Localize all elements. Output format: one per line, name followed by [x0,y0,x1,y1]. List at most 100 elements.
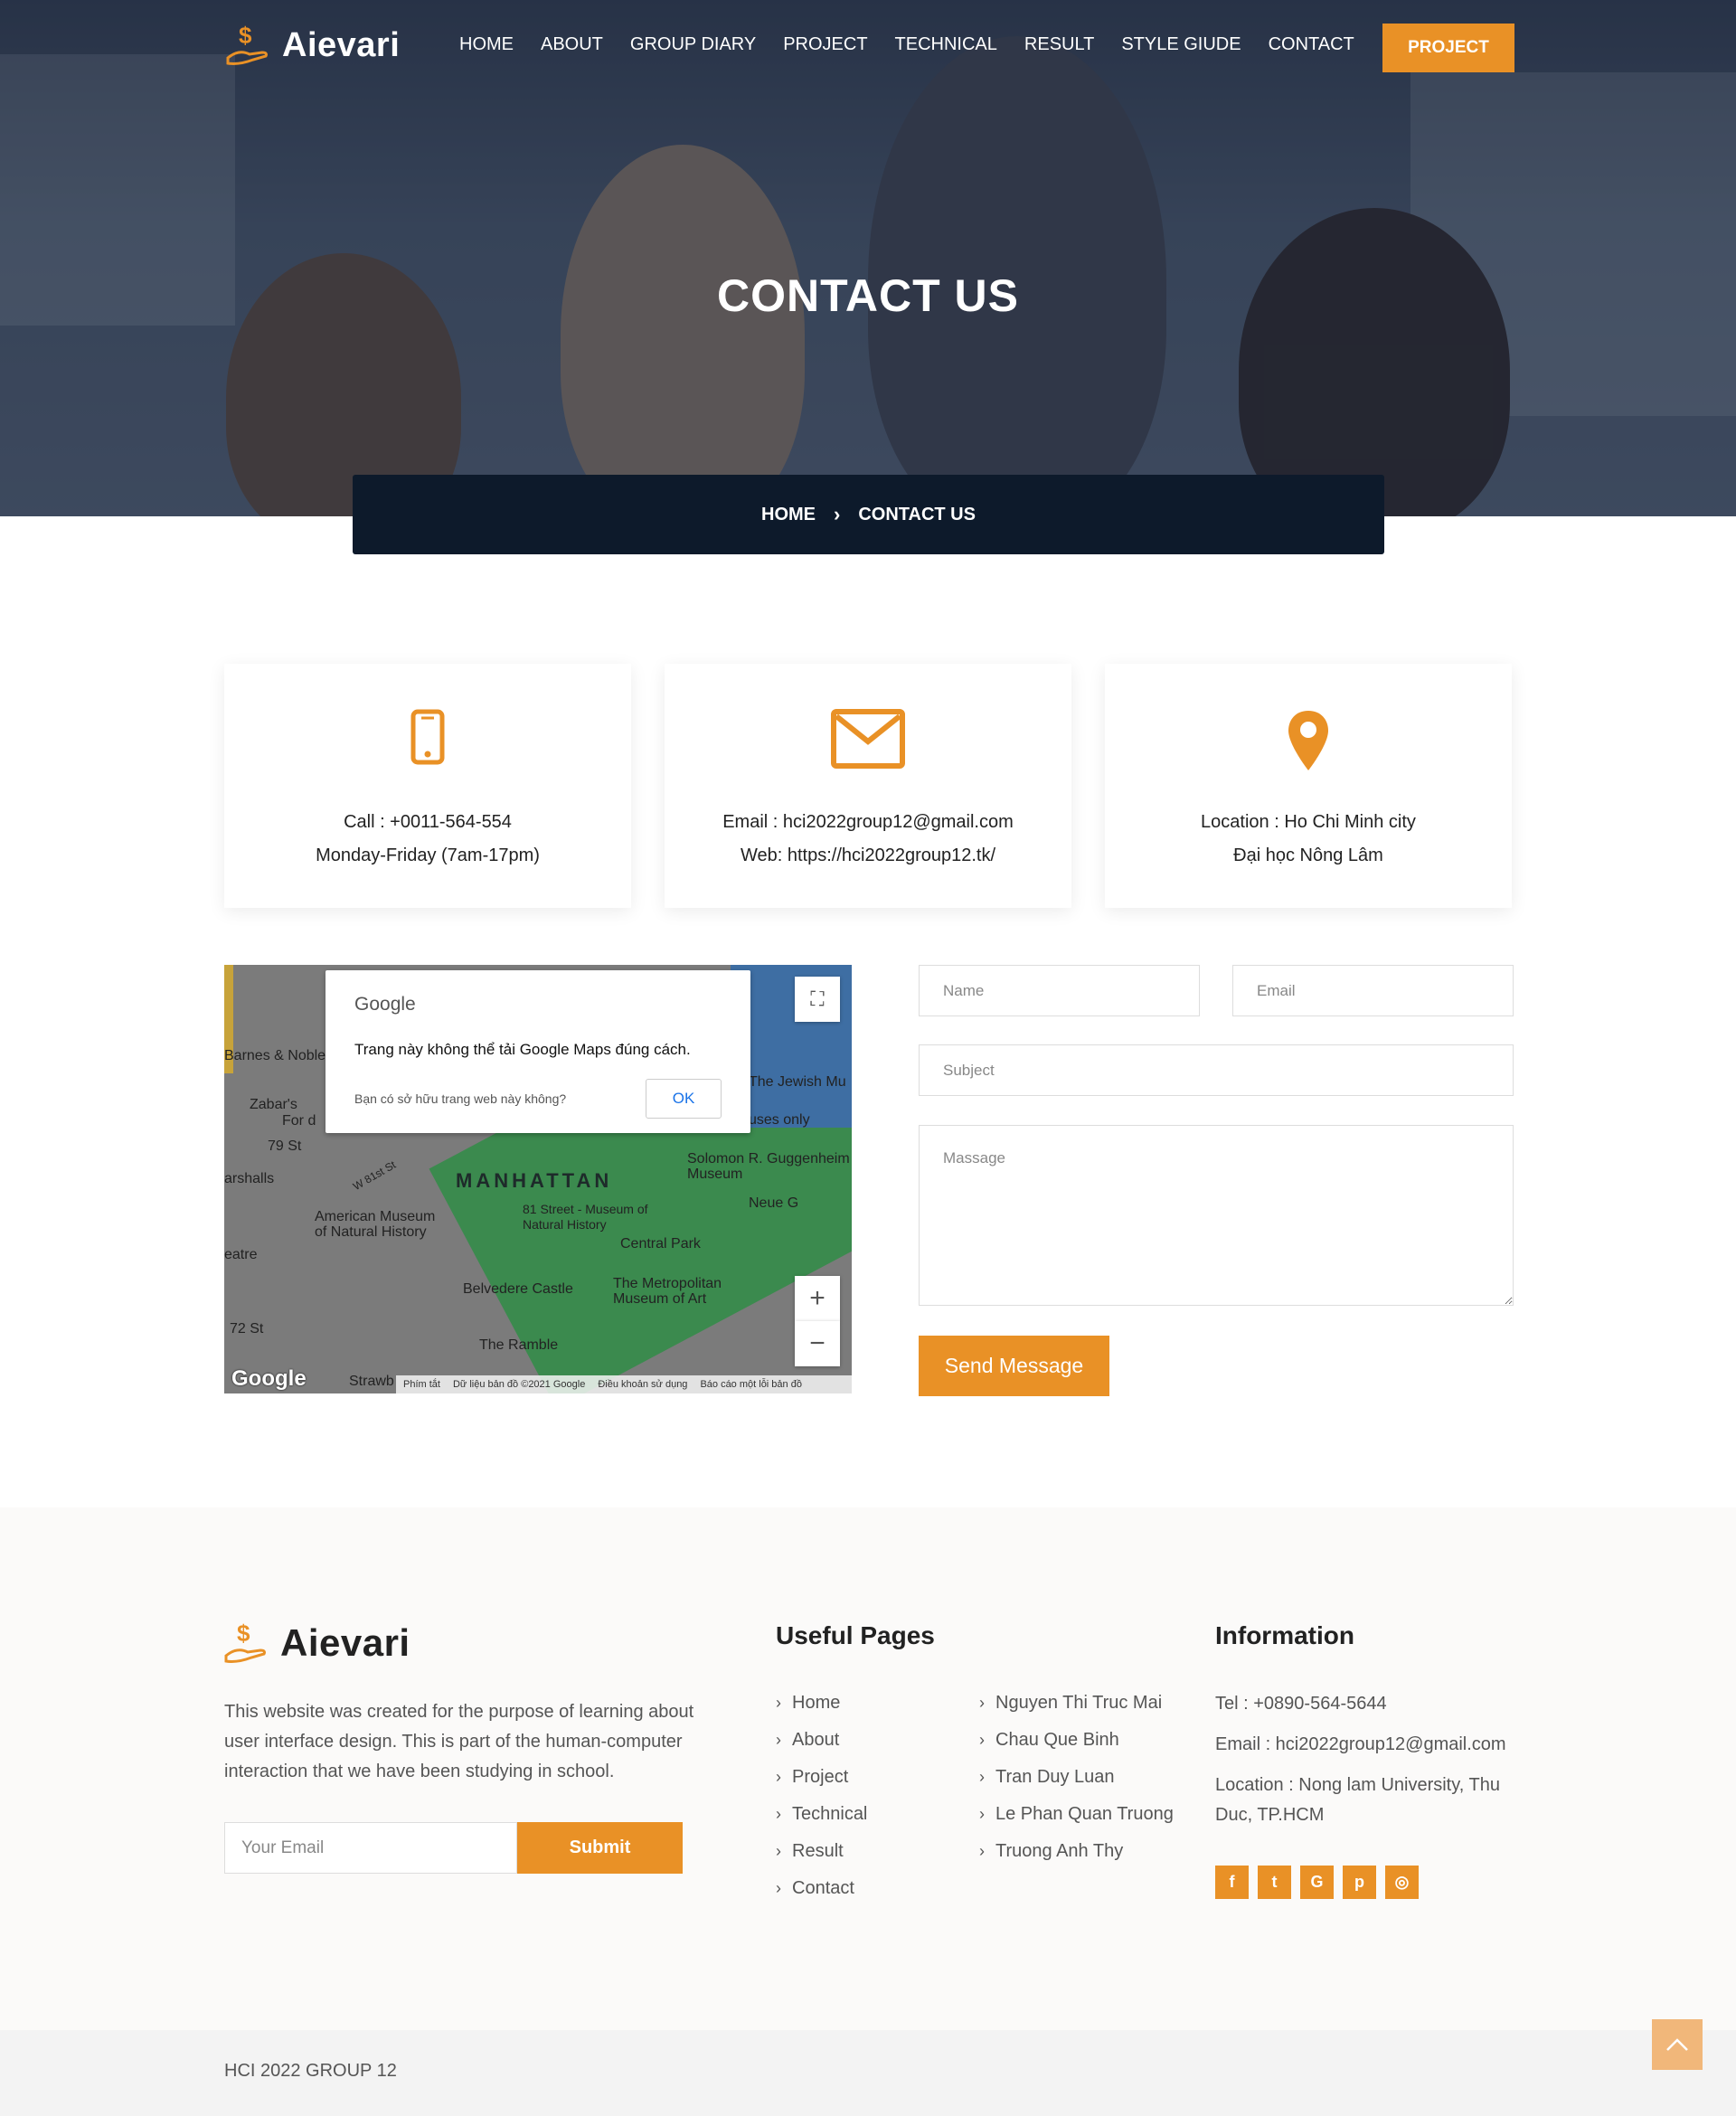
footer-location: Location : Nong lam University, Thu Duc,… [1215,1775,1500,1825]
map-shortcuts-link[interactable]: Phím tắt [403,1379,440,1390]
nav-about[interactable]: ABOUT [541,34,603,55]
member-name: Truong Anh Thy [995,1841,1124,1861]
map-label-jewish: The Jewish Mu [749,1074,846,1090]
footer-link-contact[interactable]: › Contact [776,1870,867,1907]
link-label: Contact [792,1878,854,1898]
map-attribution-bar: Phím tắt Dữ liệu bản đồ ©2021 Google Điề… [396,1375,852,1393]
footer-email: Email : hci2022group12@gmail.com [1215,1734,1506,1754]
member-link[interactable]: › Truong Anh Thy [979,1833,1174,1870]
zoom-out-button[interactable]: − [795,1321,840,1366]
page-title: CONTACT US [716,270,1020,321]
information-heading: Information [1215,1621,1354,1649]
project-cta-button[interactable]: PROJECT [1382,24,1514,72]
pinterest-icon[interactable]: p [1343,1866,1376,1899]
map-terms-link[interactable]: Điều khoản sử dụng [598,1379,687,1390]
map-label-ramble: The Ramble [479,1337,559,1353]
google-map[interactable]: MANHATTAN American Museum of Natural His… [224,965,852,1393]
map-label-zabars: Zabar's [250,1097,297,1112]
chevron-up-icon [1666,2038,1688,2051]
link-label: Technical [792,1804,868,1824]
member-name: Le Phan Quan Truong [995,1804,1174,1824]
google-icon[interactable]: G [1300,1866,1334,1899]
hero-banner: $ Aievari HOME ABOUT GROUP DIARY PROJECT… [0,0,1736,516]
map-label-neue: Neue G [749,1195,799,1211]
dialog-question: Bạn có sở hữu trang web này không? [354,1091,567,1106]
facebook-icon[interactable]: f [1215,1866,1249,1899]
contact-card-phone: Call : +0011-564-554 Monday-Friday (7am-… [224,664,631,908]
header-logo[interactable]: $ Aievari [226,22,400,69]
scroll-to-top-button[interactable] [1652,2019,1703,2070]
member-link[interactable]: › Chau Que Binh [979,1722,1174,1759]
map-label-belvedere: Belvedere Castle [463,1281,573,1297]
dialog-message: Trang này không thể tải Google Maps đúng… [354,1041,691,1058]
footer-link-result[interactable]: › Result [776,1833,867,1870]
nav-group-diary[interactable]: GROUP DIARY [630,34,756,55]
dollar-hand-icon: $ [224,1620,266,1663]
nav-contact[interactable]: CONTACT [1269,34,1354,55]
twitter-icon[interactable]: t [1258,1866,1291,1899]
card-location-text: Location : Ho Chi Minh city [1201,812,1416,832]
google-watermark: Google [231,1366,307,1391]
map-label-arshalls: arshalls [224,1171,275,1186]
zoom-in-button[interactable]: + [795,1276,840,1321]
card-web-text: Web: https://hci2022group12.tk/ [740,845,996,865]
subject-field[interactable] [919,1044,1514,1096]
contact-card-email: Email : hci2022group12@gmail.com Web: ht… [665,664,1071,908]
footer-description: This website was created for the purpose… [224,1702,694,1781]
email-field[interactable] [1232,965,1514,1016]
map-pin-icon [1105,709,1512,772]
member-link[interactable]: › Tran Duy Luan [979,1759,1174,1796]
newsletter-email-input[interactable] [224,1822,517,1874]
breadcrumb-current: CONTACT US [858,504,976,524]
site-footer: $ Aievari This website was created for t… [0,1507,1736,2030]
card-phone-hours: Monday-Friday (7am-17pm) [316,845,540,865]
nav-result[interactable]: RESULT [1024,34,1094,55]
nav-style-guide[interactable]: STYLE GIUDE [1121,34,1241,55]
dialog-google-brand: Google [354,994,416,1015]
chevron-right-icon: › [979,1694,985,1712]
footer-logo[interactable]: $ Aievari [224,1620,410,1667]
member-name: Nguyen Thi Truc Mai [995,1693,1163,1713]
footer-link-project[interactable]: › Project [776,1759,867,1796]
chevron-right-icon: › [776,1805,781,1823]
hero-overlay [0,0,1736,516]
footer-tel: Tel : +0890-564-5644 [1215,1694,1387,1714]
link-label: About [792,1730,840,1750]
name-field[interactable] [919,965,1200,1016]
envelope-icon [665,709,1071,772]
breadcrumb-home[interactable]: HOME [761,505,816,525]
map-label-central-park: Central Park [620,1236,701,1252]
map-report-link[interactable]: Báo cáo một lỗi bản đồ [700,1379,802,1390]
link-label: Project [792,1767,849,1787]
map-label-uses-only: uses only [749,1112,810,1128]
fullscreen-icon[interactable]: ⛶ [795,977,840,1022]
message-field[interactable] [919,1125,1514,1306]
copyright-text: HCI 2022 GROUP 12 [224,2061,397,2081]
map-label-barnes: Barnes & Noble [224,1048,326,1063]
map-label-manhattan: MANHATTAN [456,1169,613,1192]
nav-project[interactable]: PROJECT [783,34,867,55]
nav-technical[interactable]: TECHNICAL [895,34,997,55]
map-label-met: The Metropolitan Museum of Art [613,1276,722,1307]
mobile-phone-icon [224,709,631,772]
instagram-icon[interactable]: ◎ [1385,1866,1419,1899]
footer-link-about[interactable]: › About [776,1722,867,1759]
member-link[interactable]: › Le Phan Quan Truong [979,1796,1174,1833]
newsletter-submit-button[interactable]: Submit [517,1822,683,1874]
footer-link-home[interactable]: › Home [776,1685,867,1722]
social-links: f t G p ◎ [1215,1866,1419,1899]
member-link[interactable]: › Nguyen Thi Truc Mai [979,1685,1174,1722]
dialog-ok-button[interactable]: OK [646,1079,722,1119]
nav-home[interactable]: HOME [459,34,514,55]
members-list: › Nguyen Thi Truc Mai › Chau Que Binh › Tra… [979,1685,1174,1870]
link-label: Home [792,1693,841,1713]
map-label-w81: W 81st St [350,1157,399,1194]
footer-link-technical[interactable]: › Technical [776,1796,867,1833]
chevron-right-icon: › [979,1768,985,1786]
map-label-79st: 79 St [268,1138,302,1154]
chevron-right-icon: › [776,1879,781,1897]
send-message-button[interactable]: Send Message [919,1336,1109,1396]
contact-card-location: Location : Ho Chi Minh city Đại học Nông… [1105,664,1512,908]
chevron-right-icon: › [834,503,841,525]
chevron-right-icon: › [979,1805,985,1823]
